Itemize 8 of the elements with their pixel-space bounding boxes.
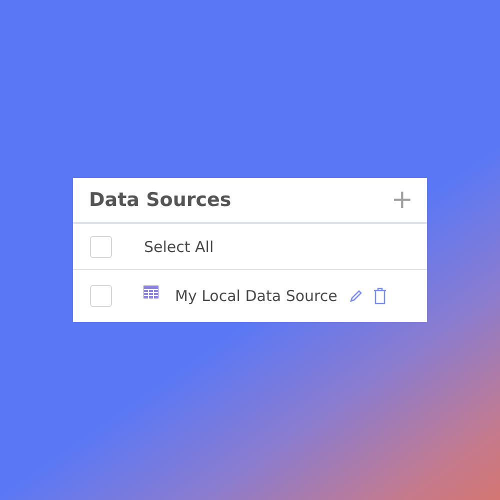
edit-icon[interactable] xyxy=(349,289,364,303)
select-all-label: Select All xyxy=(144,238,214,256)
panel-title: Data Sources xyxy=(89,189,232,211)
table-icon xyxy=(143,285,159,299)
checkbox[interactable] xyxy=(90,285,112,307)
trash-icon[interactable] xyxy=(373,287,388,305)
data-source-name[interactable]: My Local Data Source xyxy=(175,287,338,305)
checkbox[interactable] xyxy=(90,236,112,258)
